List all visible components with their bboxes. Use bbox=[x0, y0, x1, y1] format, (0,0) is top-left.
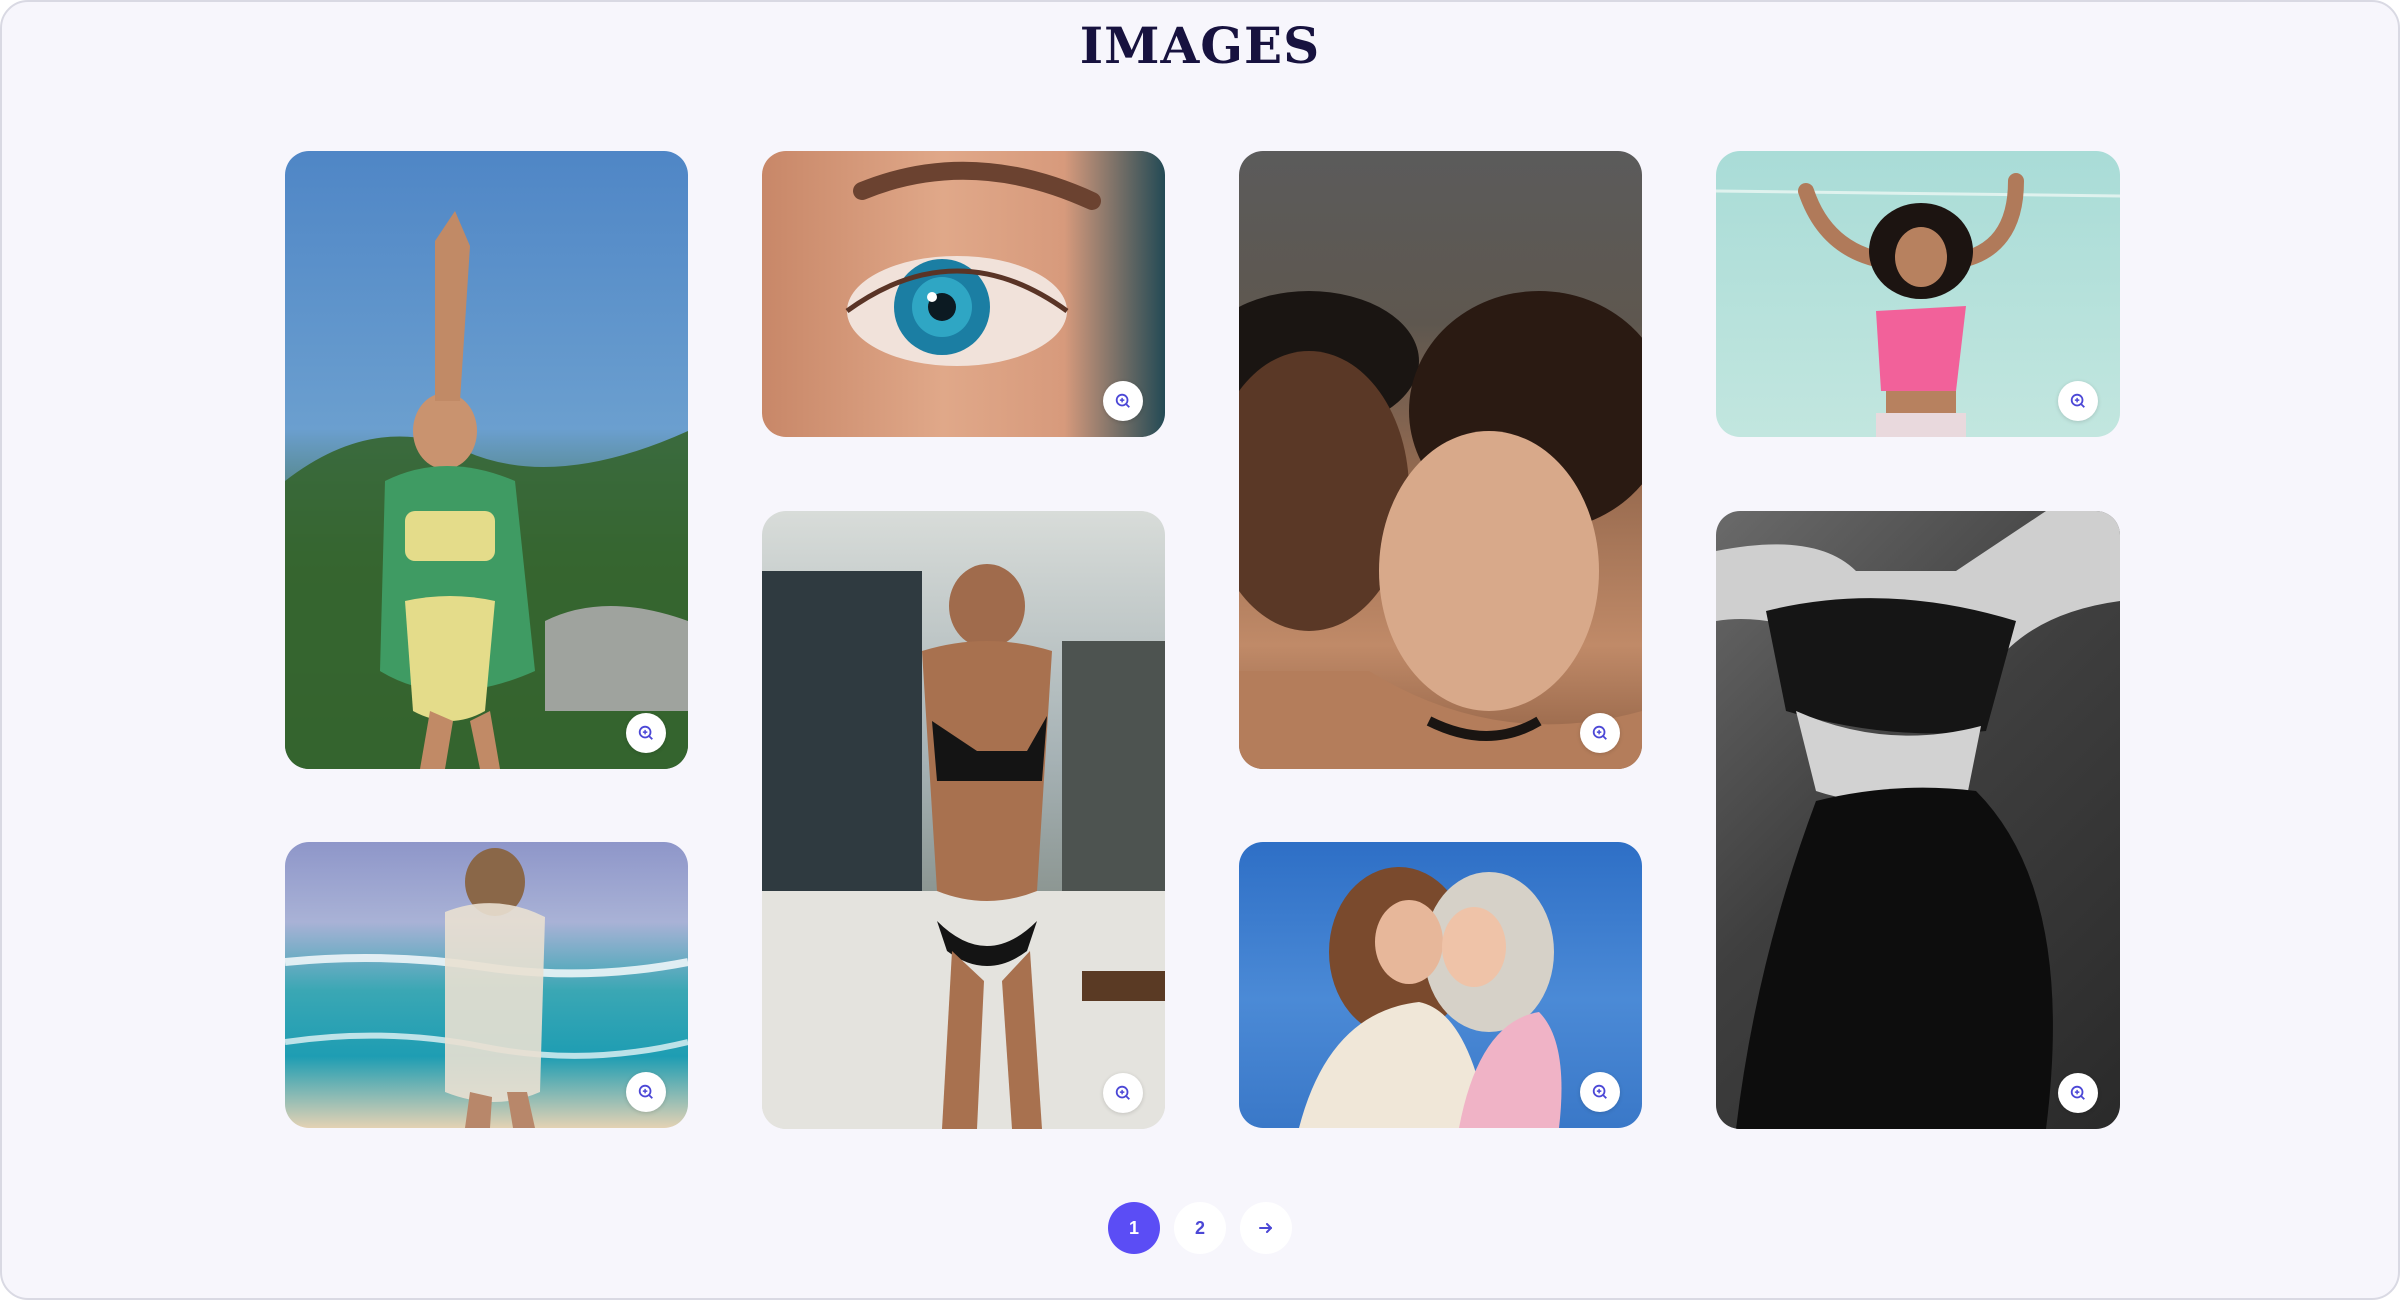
photo-woman-bw-activewear bbox=[1716, 511, 2120, 1129]
page-title: IMAGES bbox=[1079, 16, 1321, 75]
zoom-button[interactable] bbox=[626, 1072, 666, 1112]
gallery-image-card[interactable] bbox=[762, 151, 1165, 437]
zoom-button[interactable] bbox=[2058, 1073, 2098, 1113]
zoom-in-icon bbox=[1592, 1084, 1607, 1099]
page-button-1[interactable]: 1 bbox=[1108, 1202, 1160, 1254]
gallery-image-card[interactable] bbox=[1239, 842, 1642, 1128]
arrow-right-icon bbox=[1259, 1223, 1272, 1233]
gallery-image-card[interactable] bbox=[1716, 151, 2120, 437]
zoom-button[interactable] bbox=[1103, 381, 1143, 421]
gallery-frame: IMAGES 1 2 bbox=[0, 0, 2400, 1300]
zoom-in-icon bbox=[638, 1084, 653, 1099]
zoom-in-icon bbox=[1115, 393, 1130, 408]
zoom-button[interactable] bbox=[626, 713, 666, 753]
zoom-button[interactable] bbox=[1580, 1072, 1620, 1112]
photo-two-women-embrace bbox=[1239, 291, 1642, 769]
photo-woman-black-bikini bbox=[762, 564, 1165, 1129]
gallery-image-card[interactable] bbox=[1239, 151, 1642, 769]
zoom-in-icon bbox=[638, 725, 653, 740]
zoom-in-icon bbox=[2070, 1085, 2085, 1100]
gallery-image-card[interactable] bbox=[285, 151, 688, 769]
zoom-button[interactable] bbox=[2058, 381, 2098, 421]
gallery-image-card[interactable] bbox=[762, 511, 1165, 1129]
page-button-2[interactable]: 2 bbox=[1174, 1202, 1226, 1254]
gallery-image-card[interactable] bbox=[285, 842, 688, 1128]
gallery-image-card[interactable] bbox=[1716, 511, 2120, 1129]
zoom-in-icon bbox=[2070, 393, 2085, 408]
zoom-in-icon bbox=[1115, 1085, 1130, 1100]
next-page-button[interactable] bbox=[1240, 1202, 1292, 1254]
photo-woman-bikini-tropical bbox=[285, 211, 688, 769]
zoom-button[interactable] bbox=[1580, 713, 1620, 753]
zoom-in-icon bbox=[1592, 725, 1607, 740]
zoom-button[interactable] bbox=[1103, 1073, 1143, 1113]
pagination: 1 2 bbox=[2, 1202, 2398, 1254]
